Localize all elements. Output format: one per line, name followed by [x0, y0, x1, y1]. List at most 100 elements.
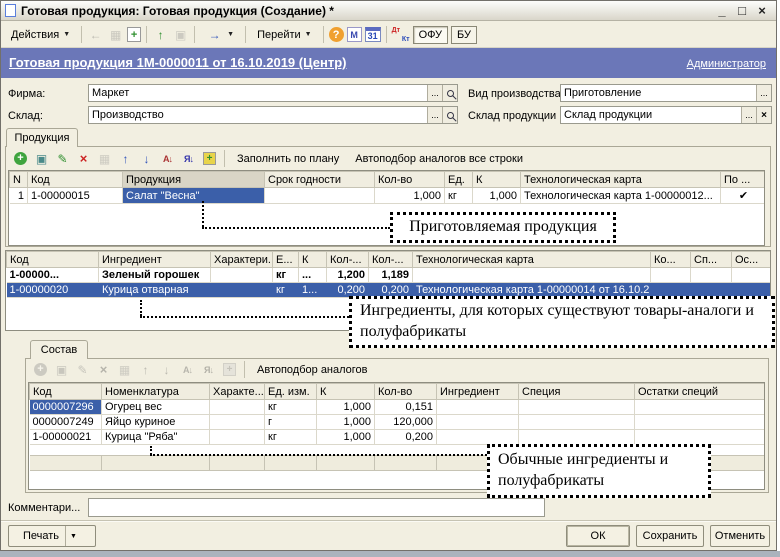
cell[interactable]: 1,200: [327, 268, 369, 283]
autoselect-analogs-button[interactable]: Автоподбор аналогов: [251, 363, 374, 377]
production-type-input[interactable]: [561, 85, 756, 101]
cell-selected[interactable]: Салат "Весна": [123, 188, 265, 204]
column-header[interactable]: Срок годности: [265, 172, 375, 188]
cell[interactable]: Курица "Ряба": [102, 430, 210, 445]
column-header[interactable]: Ос...: [732, 252, 772, 268]
sort-desc-icon[interactable]: Я↓: [180, 150, 197, 167]
new-document-icon[interactable]: +: [127, 27, 141, 42]
add-row-icon[interactable]: +: [12, 150, 29, 167]
column-header[interactable]: Ингредиент: [99, 252, 211, 268]
move-up-icon[interactable]: ↑: [117, 150, 134, 167]
column-header[interactable]: Кол-во: [375, 384, 437, 400]
cell[interactable]: 1,000: [317, 415, 375, 430]
cell[interactable]: [519, 415, 635, 430]
copy-row-icon[interactable]: ▣: [53, 361, 70, 378]
chevron-down-icon[interactable]: ▼: [65, 526, 81, 546]
cell-checkmark[interactable]: ✔: [721, 188, 766, 204]
cell[interactable]: [210, 415, 265, 430]
column-header[interactable]: К: [317, 384, 375, 400]
cell[interactable]: 1: [10, 188, 28, 204]
product-warehouse-input[interactable]: [561, 107, 741, 123]
cell[interactable]: [265, 188, 375, 204]
export-button[interactable]: → ▼: [200, 23, 240, 46]
cell[interactable]: [211, 283, 273, 298]
table-row[interactable]: 0000007296 Огурец вес кг 1,000 0,151: [30, 400, 766, 415]
cell[interactable]: Технологическая карта 1-00000012...: [521, 188, 721, 204]
firm-lookup-button[interactable]: [442, 85, 457, 101]
cell[interactable]: [437, 415, 519, 430]
comment-input[interactable]: [89, 499, 544, 516]
autoselect-analogs-all-button[interactable]: Автоподбор аналогов все строки: [349, 152, 529, 166]
cell[interactable]: [519, 430, 635, 445]
column-header[interactable]: Код: [30, 384, 102, 400]
print-button[interactable]: Печать ▼: [8, 525, 96, 547]
ok-button[interactable]: ОК: [566, 525, 630, 547]
column-header[interactable]: Остатки специй: [635, 384, 766, 400]
cell[interactable]: [519, 400, 635, 415]
table-view-icon[interactable]: ▦: [107, 26, 124, 43]
cell[interactable]: [437, 400, 519, 415]
dtkt-icon[interactable]: Дт Кт: [392, 27, 410, 43]
column-header[interactable]: К: [473, 172, 521, 188]
column-header[interactable]: Код: [28, 172, 123, 188]
cell[interactable]: Огурец вес: [102, 400, 210, 415]
cell-selected[interactable]: 0000007296: [30, 400, 102, 415]
column-header[interactable]: Кол-...: [327, 252, 369, 268]
cell[interactable]: 1...: [299, 283, 327, 298]
warehouse-ellipsis-button[interactable]: ...: [427, 107, 442, 123]
cell[interactable]: 1,000: [375, 188, 445, 204]
column-header[interactable]: Код: [7, 252, 99, 268]
column-header[interactable]: Кол-...: [369, 252, 413, 268]
back-icon[interactable]: ←: [87, 26, 104, 43]
cell[interactable]: [635, 430, 766, 445]
cell[interactable]: кг: [265, 400, 317, 415]
cell[interactable]: [413, 268, 651, 283]
cell[interactable]: кг: [265, 430, 317, 445]
user-link[interactable]: Администратор: [687, 58, 766, 70]
column-header[interactable]: Ед.: [445, 172, 473, 188]
help-icon[interactable]: ?: [329, 27, 344, 42]
delete-row-icon[interactable]: ×: [95, 361, 112, 378]
cell[interactable]: 1-00000015: [28, 188, 123, 204]
cell[interactable]: 1,189: [369, 268, 413, 283]
column-header[interactable]: N: [10, 172, 28, 188]
ofu-toggle-button[interactable]: ОФУ: [413, 26, 448, 44]
edit-row-icon[interactable]: ✎: [54, 150, 71, 167]
table-row[interactable]: 1-00000021 Курица "Ряба" кг 1,000 0,200: [30, 430, 766, 445]
actions-menu-button[interactable]: Действия ▼: [5, 26, 76, 44]
save-order-icon[interactable]: ▦: [116, 361, 133, 378]
column-header[interactable]: Характери...: [211, 252, 273, 268]
cell[interactable]: [732, 268, 772, 283]
column-header[interactable]: По ...: [721, 172, 766, 188]
column-header[interactable]: Технологическая карта: [413, 252, 651, 268]
table-row[interactable]: 1 1-00000015 Салат "Весна" 1,000 кг 1,00…: [10, 188, 766, 204]
cell[interactable]: [635, 400, 766, 415]
bu-toggle-button[interactable]: БУ: [451, 26, 477, 44]
cancel-button[interactable]: Отменить: [710, 525, 770, 547]
cell[interactable]: кг: [445, 188, 473, 204]
production-type-ellipsis-button[interactable]: ...: [756, 85, 771, 101]
column-header[interactable]: Е...: [273, 252, 299, 268]
cell[interactable]: 1-00000020: [7, 283, 99, 298]
tab-products[interactable]: Продукция: [6, 128, 78, 147]
cell[interactable]: 1,000: [317, 430, 375, 445]
move-down-icon[interactable]: ↓: [138, 150, 155, 167]
column-header[interactable]: Ко...: [651, 252, 691, 268]
table-row[interactable]: 0000007249 Яйцо куриное г 1,000 120,000: [30, 415, 766, 430]
post-document-icon[interactable]: ↑: [152, 26, 169, 43]
copy-document-icon[interactable]: ▣: [172, 26, 189, 43]
product-warehouse-ellipsis-button[interactable]: ...: [741, 107, 756, 123]
calendar-icon[interactable]: 31: [365, 27, 381, 42]
cell[interactable]: 1,000: [317, 400, 375, 415]
cell[interactable]: 1-00000021: [30, 430, 102, 445]
firm-ellipsis-button[interactable]: ...: [427, 85, 442, 101]
column-header[interactable]: Кол-во: [375, 172, 445, 188]
save-order-icon[interactable]: ▦: [96, 150, 113, 167]
cell[interactable]: [437, 430, 519, 445]
cell[interactable]: 0,151: [375, 400, 437, 415]
goto-menu-button[interactable]: Перейти ▼: [251, 26, 318, 44]
tab-composition[interactable]: Состав: [30, 340, 88, 359]
auto-pick-icon[interactable]: +: [221, 361, 238, 378]
maximize-button[interactable]: □: [732, 3, 752, 18]
cell[interactable]: г: [265, 415, 317, 430]
